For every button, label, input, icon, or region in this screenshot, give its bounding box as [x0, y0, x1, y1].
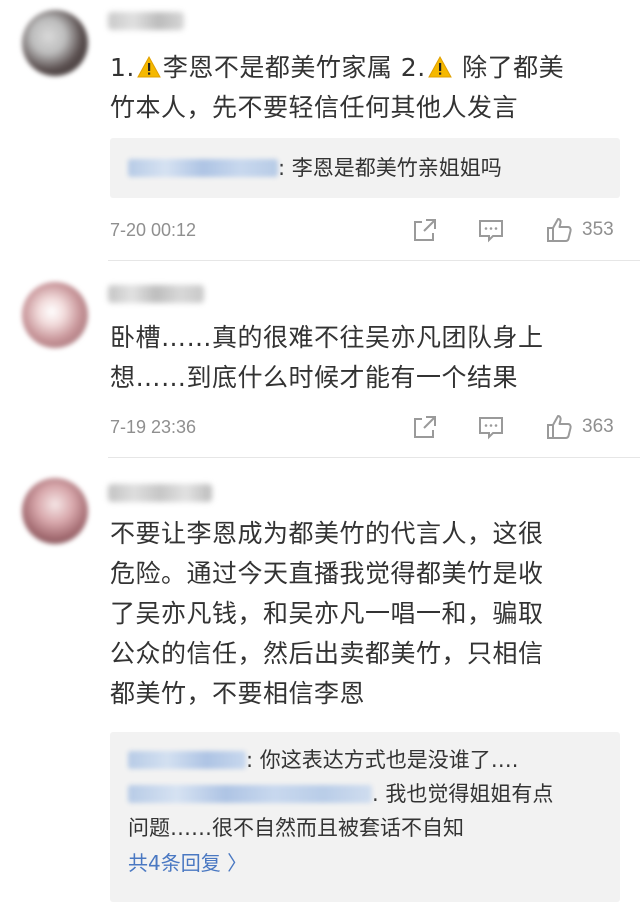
comment-icon[interactable] — [478, 414, 504, 440]
like-icon[interactable] — [546, 414, 572, 440]
timestamp: 7-20 00:12 — [110, 220, 197, 240]
avatar[interactable] — [22, 282, 88, 348]
username-blurred[interactable] — [108, 484, 212, 502]
avatar[interactable] — [22, 10, 88, 76]
reply-username-blurred[interactable] — [128, 785, 372, 803]
comment-icon[interactable] — [478, 217, 504, 243]
comment-text: 1. 李恩不是都美竹家属 2. 除了都美 竹本人，先不要轻信任何其他人发言 — [110, 51, 565, 122]
divider — [108, 260, 640, 261]
reply-item-continued: 问题……很不自然而且被套话不自知 — [128, 816, 464, 840]
divider — [108, 457, 640, 458]
reply-item[interactable]: : 你这表达方式也是没谁了…. — [128, 743, 638, 777]
warning-icon — [427, 51, 452, 78]
comment-text: 不要让李恩成为都美竹的代言人，这很 危险。通过今天直播我觉得都美竹是收 了吴亦凡… — [110, 519, 544, 708]
share-icon[interactable] — [412, 414, 438, 440]
reply-section: : 你这表达方式也是没谁了…. . 我也觉得姐姐有点 问题……很不自然而且被套话… — [110, 732, 620, 902]
warning-icon — [137, 51, 161, 78]
timestamp: 7-19 23:36 — [110, 417, 197, 437]
comment-meta: 7-20 00:12 353 — [110, 215, 620, 245]
avatar[interactable] — [22, 478, 88, 544]
comment-text: 卧槽……真的很难不往吴亦凡团队身上 想……到底什么时候才能有一个结果 — [110, 323, 544, 392]
like-icon[interactable] — [546, 217, 572, 243]
more-replies-link[interactable]: 共4条回复 〉 — [128, 848, 638, 878]
reply-username-blurred[interactable] — [128, 751, 246, 769]
username-blurred[interactable] — [108, 285, 204, 303]
username-blurred[interactable] — [108, 12, 184, 30]
reply-username-blurred[interactable] — [128, 159, 278, 177]
like-count: 363 — [582, 416, 614, 437]
reply-quote[interactable]: : 李恩是都美竹亲姐姐吗 — [110, 138, 620, 198]
like-count: 353 — [582, 219, 614, 240]
comment-meta: 7-19 23:36 363 — [110, 412, 620, 442]
reply-item[interactable]: . 我也觉得姐姐有点 — [128, 777, 638, 811]
share-icon[interactable] — [412, 217, 438, 243]
